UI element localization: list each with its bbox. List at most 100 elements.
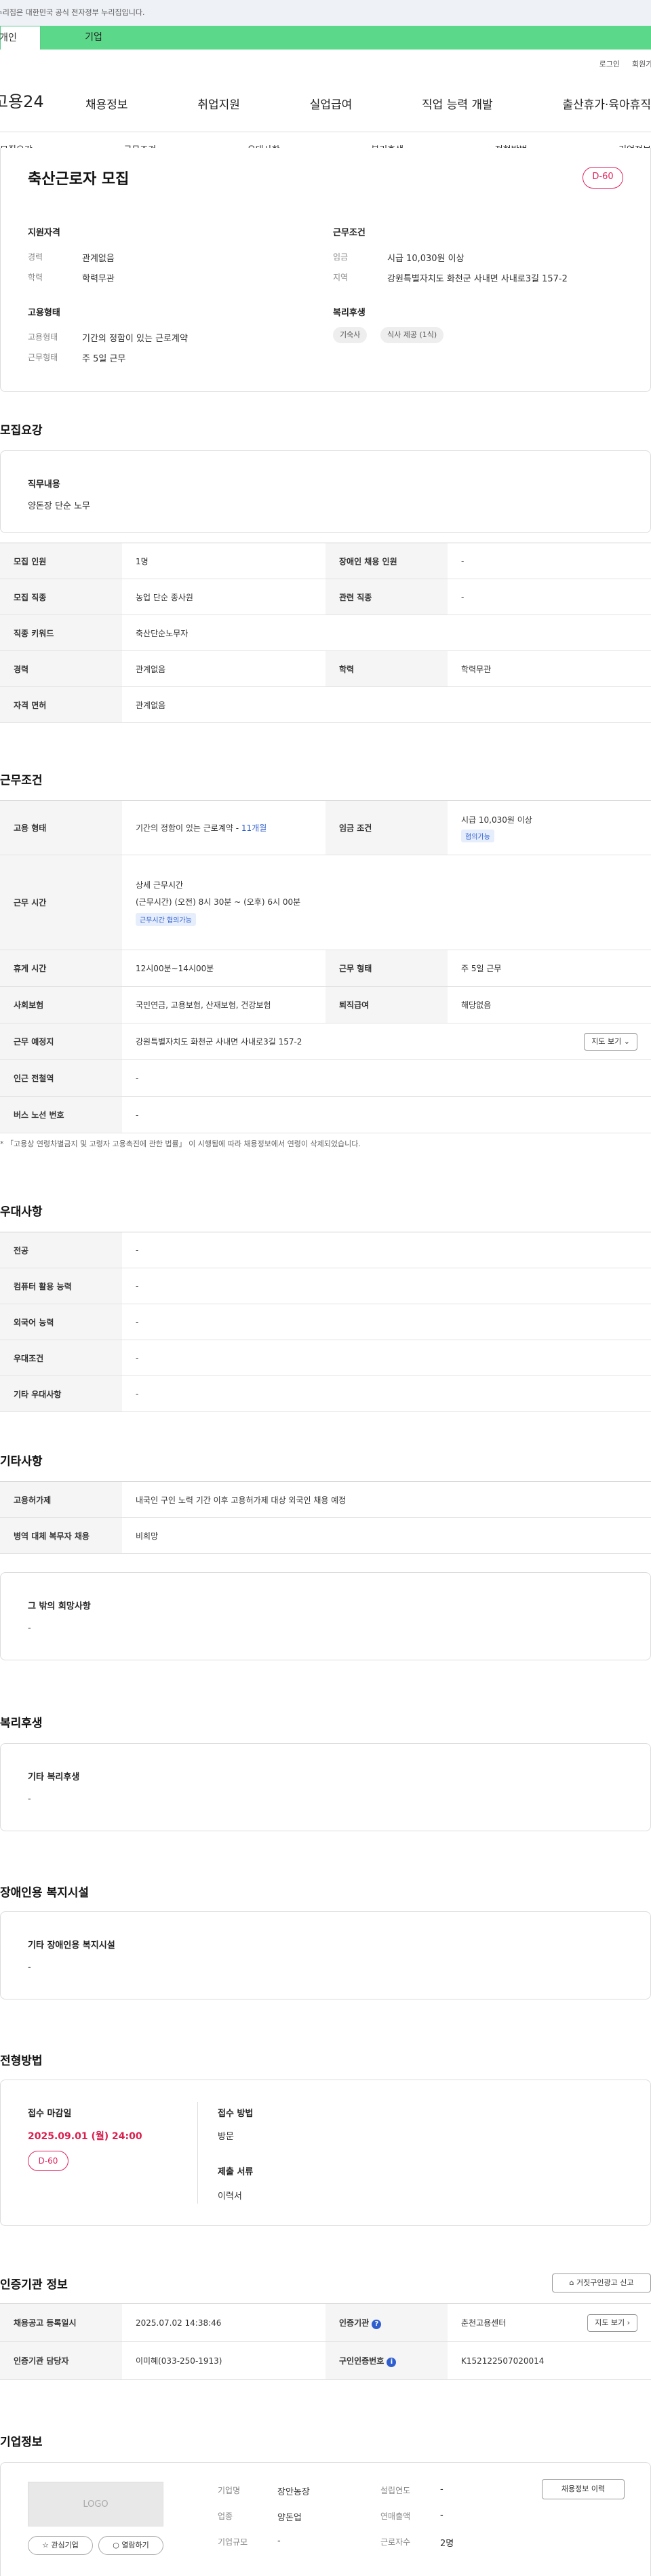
wage-cond-value: 시급 10,030원 이상 xyxy=(461,815,532,825)
work-time-label: 근무 시간 xyxy=(0,855,122,950)
recruit-table: 모집 인원 1명 장애인 채용 인원 - 모집 직종 농업 단순 종사원 관련 직종 - 직… xyxy=(0,543,651,723)
signup-link[interactable]: 회원가입 xyxy=(632,58,651,69)
agency-map-button[interactable]: 지도 보기 › xyxy=(587,2314,637,2332)
workplace-value: 강원특별자치도 화천군 사내면 사내로3길 157-2 xyxy=(136,1037,302,1047)
wage-value: 시급 10,030원 이상 xyxy=(387,254,465,264)
chevron-right-icon: › xyxy=(627,2318,630,2327)
preference-table: 전공 - 컴퓨터 활용 능력 - 외국어 능력 - 우대조건 - 기타 우대사항 - xyxy=(0,1232,651,1412)
reg-date-value: 2025.07.02 14:38:46 xyxy=(122,2303,326,2342)
work-form-label: 근무 형태 xyxy=(326,950,448,987)
work-time-title: 상세 근무시간 xyxy=(136,880,184,890)
gnb-item-skills[interactable]: 직업 능력 개발 xyxy=(422,95,493,112)
work-type-value: 주 5일 근무 xyxy=(82,354,126,364)
welfare-summary-heading: 복리후생 xyxy=(333,308,366,318)
gnb-item-employment-support[interactable]: 취업지원 xyxy=(197,95,240,112)
disability-heading: 장애인용 복지시설 xyxy=(0,1886,90,1900)
employees-label: 근로자수 xyxy=(380,2537,411,2547)
reg-date-label: 채용공고 등록일시 xyxy=(0,2303,122,2342)
recruit-edu-label: 학력 xyxy=(326,650,448,687)
page-title: 축산근로자 모집 xyxy=(28,171,130,188)
method-value: 방문 xyxy=(218,2132,234,2142)
job-category-label: 모집 직종 xyxy=(0,579,122,615)
emp-type-cell: 기간의 정함이 있는 근로계약 - 11개월 xyxy=(122,800,326,855)
founded-label: 설립연도 xyxy=(380,2486,411,2495)
recruit-career-value: 관계없음 xyxy=(122,650,326,687)
favorite-company-button[interactable]: ☆ 관심기업 xyxy=(28,2536,93,2555)
company-logo-placeholder: LOGO xyxy=(28,2482,163,2526)
company-card: LOGO ☆ 관심기업 ○ 열람하기 기업명 장안농장 업종 양돈업 기업규모 … xyxy=(0,2462,651,2576)
other-wishes-value: - xyxy=(28,1623,31,1633)
work-form-value: 주 5일 근무 xyxy=(448,950,651,987)
circle-icon: ○ xyxy=(113,2541,119,2550)
disabled-count-value: - xyxy=(448,543,651,579)
recruit-count-value: 1명 xyxy=(122,543,326,579)
manager-label: 인증기관 담당자 xyxy=(0,2341,122,2380)
company-heading: 기업정보 xyxy=(0,2436,43,2449)
license-label: 자격 면허 xyxy=(0,686,122,723)
rest-time-label: 휴게 시간 xyxy=(0,950,122,987)
conditions-heading: 근무조건 xyxy=(0,774,43,787)
work-conditions-heading: 근무조건 xyxy=(333,228,366,238)
etc-table: 고용허가제 내국인 구인 노력 기간 이후 고용허가제 대상 외국인 채용 예정 … xyxy=(0,1481,651,1554)
report-fake-ad-button[interactable]: ⌂ 거짓구인광고 신고 xyxy=(552,2273,651,2292)
welfare-heading: 복리후생 xyxy=(0,1717,43,1730)
military-label: 병역 대체 복무자 채용 xyxy=(0,1517,122,1554)
method-label: 접수 방법 xyxy=(218,2109,254,2119)
agency-org-value: 춘천고용센터 xyxy=(461,2318,507,2328)
work-time-value: (근무시간) (오전) 8시 30분 ~ (오후) 6시 00분 xyxy=(136,897,301,907)
deadline-label: 접수 마감일 xyxy=(28,2109,72,2119)
tab-company[interactable]: 기업 xyxy=(41,26,163,50)
wage-label: 임금 xyxy=(333,252,349,262)
related-category-value: - xyxy=(448,579,651,615)
tab-bar-fill xyxy=(163,26,651,50)
duty-heading: 직무내용 xyxy=(28,480,60,490)
global-nav: 채용정보 취업지원 실업급여 직업 능력 개발 출산휴가·육아휴직 xyxy=(85,95,651,112)
disability-card: 기타 장애인용 복지시설 - xyxy=(0,1911,651,1999)
welfare-box-value: - xyxy=(28,1794,31,1804)
cert-no-label: 구인인증번호 xyxy=(339,2356,384,2366)
employment-type-value: 기간의 정함이 있는 근로계약 xyxy=(82,334,188,344)
work-time-tag: 근무시간 협의가능 xyxy=(136,913,196,926)
agency-org-cell: 춘천고용센터 지도 보기 › xyxy=(448,2303,651,2342)
industry-label: 업종 xyxy=(218,2512,233,2521)
login-link[interactable]: 로그인 xyxy=(599,58,620,69)
conditions-table: 고용 형태 기간의 정함이 있는 근로계약 - 11개월 임금 조건 시급 10,03… xyxy=(0,800,651,1133)
pref-computer-label: 컴퓨터 활용 능력 xyxy=(0,1268,122,1304)
career-label: 경력 xyxy=(28,252,43,262)
bus-value: - xyxy=(122,1096,651,1133)
company-name-value: 장안농장 xyxy=(277,2487,310,2497)
sales-label: 연매출액 xyxy=(380,2512,411,2521)
agency-org-label-cell: 인증기관 ? xyxy=(326,2303,448,2342)
recruit-career-label: 경력 xyxy=(0,650,122,687)
docs-label: 제출 서류 xyxy=(218,2167,254,2177)
pref-language-value: - xyxy=(122,1304,651,1340)
pref-computer-value: - xyxy=(122,1268,651,1304)
info-icon[interactable]: i xyxy=(387,2357,397,2367)
employees-value: 2명 xyxy=(440,2539,454,2549)
pref-major-label: 전공 xyxy=(0,1232,122,1268)
help-icon[interactable]: ? xyxy=(372,2319,382,2329)
tab-personal[interactable]: 개인 xyxy=(0,26,41,50)
disability-box-value: - xyxy=(28,1962,31,1972)
pref-condition-value: - xyxy=(122,1340,651,1376)
gnb-item-jobs[interactable]: 채용정보 xyxy=(85,95,128,112)
workplace-map-button[interactable]: 지도 보기 ⌄ xyxy=(584,1033,637,1051)
insurance-label: 사회보험 xyxy=(0,986,122,1023)
cert-no-value: K152122507020014 xyxy=(448,2341,651,2380)
selection-heading: 전형방법 xyxy=(0,2054,43,2068)
bus-label: 버스 노선 번호 xyxy=(0,1096,122,1133)
gnb-item-leave[interactable]: 출산휴가·육아휴직 xyxy=(562,95,651,112)
severance-label: 퇴직급여 xyxy=(326,986,448,1023)
user-type-tabs: 개인 기업 xyxy=(0,26,651,50)
pref-major-value: - xyxy=(122,1232,651,1268)
gnb-item-unemployment-benefit[interactable]: 실업급여 xyxy=(310,95,353,112)
preference-heading: 우대사항 xyxy=(0,1205,43,1219)
hiring-history-button[interactable]: 채용정보 이력 xyxy=(542,2479,625,2499)
work-type-label: 근무형태 xyxy=(28,353,58,362)
founded-value: - xyxy=(440,2484,443,2495)
view-company-button[interactable]: ○ 열람하기 xyxy=(98,2536,163,2555)
utility-links: 로그인 회원가입 xyxy=(599,58,651,69)
company-name-label: 기업명 xyxy=(218,2486,241,2495)
company-size-value: - xyxy=(277,2536,281,2546)
site-logo[interactable]: 고용24 xyxy=(0,88,44,112)
